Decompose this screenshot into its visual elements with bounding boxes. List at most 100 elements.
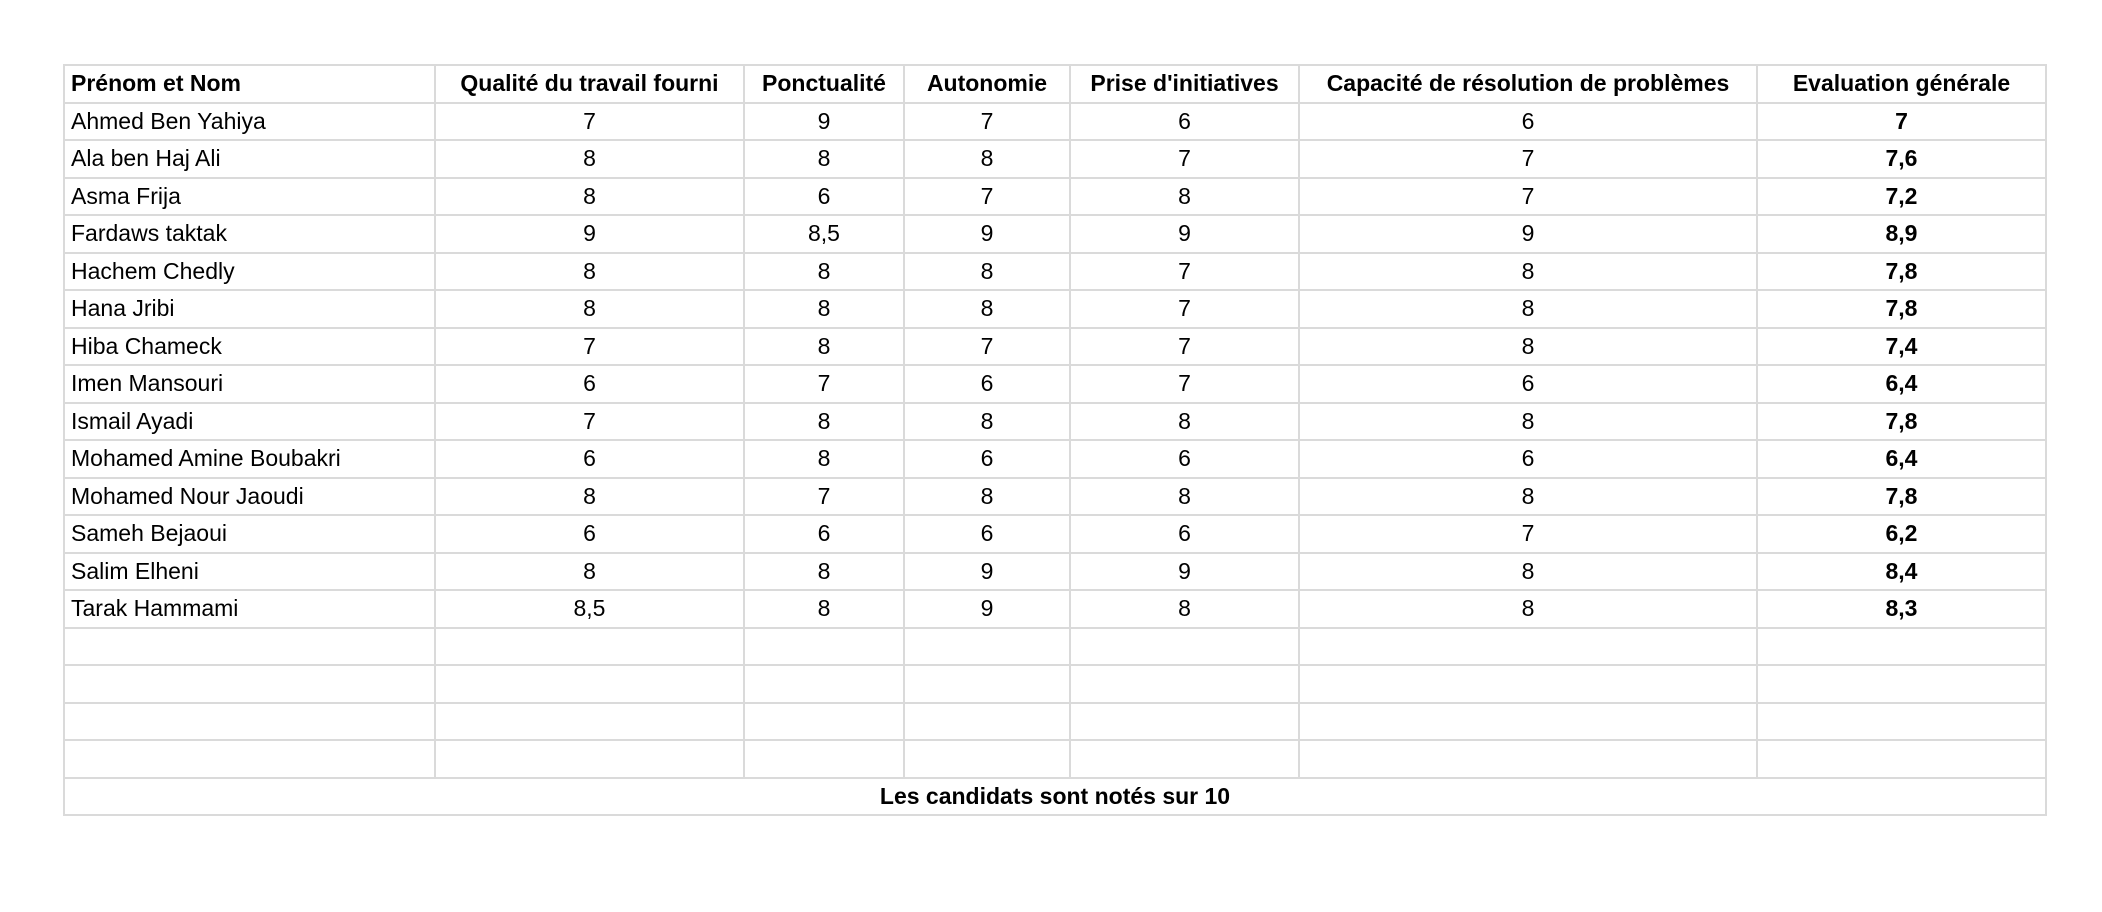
name-cell[interactable]: Tarak Hammami (63, 589, 436, 629)
empty-cell[interactable] (434, 626, 745, 666)
empty-cell[interactable] (1298, 739, 1758, 779)
name-cell[interactable]: Sameh Bejaoui (63, 514, 436, 554)
quality-cell[interactable]: 8 (434, 139, 745, 179)
name-cell[interactable]: Ala ben Haj Ali (63, 139, 436, 179)
empty-cell[interactable] (1069, 739, 1300, 779)
autonomy-cell[interactable]: 6 (903, 439, 1071, 479)
quality-cell[interactable]: 8 (434, 251, 745, 291)
autonomy-cell[interactable]: 7 (903, 101, 1071, 141)
initiative-cell[interactable]: 8 (1069, 401, 1300, 441)
overall-cell[interactable]: 7,2 (1756, 176, 2047, 216)
initiative-cell[interactable]: 6 (1069, 101, 1300, 141)
problem-solving-cell[interactable]: 9 (1298, 214, 1758, 254)
overall-cell[interactable]: 6,2 (1756, 514, 2047, 554)
overall-cell[interactable]: 8,4 (1756, 551, 2047, 591)
initiative-cell[interactable]: 7 (1069, 289, 1300, 329)
quality-cell[interactable]: 8,5 (434, 589, 745, 629)
empty-cell[interactable] (63, 701, 436, 741)
name-cell[interactable]: Salim Elheni (63, 551, 436, 591)
empty-cell[interactable] (63, 664, 436, 704)
empty-cell[interactable] (743, 701, 905, 741)
empty-cell[interactable] (1069, 626, 1300, 666)
empty-cell[interactable] (1756, 664, 2047, 704)
punctuality-cell[interactable]: 8 (743, 401, 905, 441)
problem-solving-cell[interactable]: 8 (1298, 551, 1758, 591)
initiative-cell[interactable]: 6 (1069, 439, 1300, 479)
empty-cell[interactable] (1298, 701, 1758, 741)
empty-cell[interactable] (743, 739, 905, 779)
quality-cell[interactable]: 7 (434, 326, 745, 366)
empty-cell[interactable] (903, 701, 1071, 741)
quality-cell[interactable]: 6 (434, 364, 745, 404)
initiative-cell[interactable]: 7 (1069, 139, 1300, 179)
name-cell[interactable]: Hachem Chedly (63, 251, 436, 291)
quality-cell[interactable]: 9 (434, 214, 745, 254)
problem-solving-cell[interactable]: 7 (1298, 139, 1758, 179)
empty-cell[interactable] (903, 664, 1071, 704)
overall-cell[interactable]: 8,9 (1756, 214, 2047, 254)
quality-cell[interactable]: 8 (434, 289, 745, 329)
autonomy-cell[interactable]: 8 (903, 139, 1071, 179)
autonomy-cell[interactable]: 6 (903, 364, 1071, 404)
punctuality-cell[interactable]: 7 (743, 364, 905, 404)
empty-cell[interactable] (743, 664, 905, 704)
punctuality-cell[interactable]: 8 (743, 139, 905, 179)
initiative-cell[interactable]: 7 (1069, 326, 1300, 366)
problem-solving-cell[interactable]: 6 (1298, 364, 1758, 404)
empty-cell[interactable] (903, 626, 1071, 666)
overall-cell[interactable]: 6,4 (1756, 439, 2047, 479)
name-cell[interactable]: Imen Mansouri (63, 364, 436, 404)
problem-solving-cell[interactable]: 6 (1298, 439, 1758, 479)
header-cell-autonomy[interactable]: Autonomie (903, 64, 1071, 104)
problem-solving-cell[interactable]: 8 (1298, 476, 1758, 516)
quality-cell[interactable]: 6 (434, 439, 745, 479)
name-cell[interactable]: Hana Jribi (63, 289, 436, 329)
punctuality-cell[interactable]: 8 (743, 251, 905, 291)
initiative-cell[interactable]: 7 (1069, 364, 1300, 404)
empty-cell[interactable] (63, 739, 436, 779)
empty-cell[interactable] (63, 626, 436, 666)
initiative-cell[interactable]: 9 (1069, 214, 1300, 254)
punctuality-cell[interactable]: 8 (743, 289, 905, 329)
name-cell[interactable]: Fardaws taktak (63, 214, 436, 254)
overall-cell[interactable]: 7,8 (1756, 289, 2047, 329)
punctuality-cell[interactable]: 6 (743, 514, 905, 554)
name-cell[interactable]: Mohamed Nour Jaoudi (63, 476, 436, 516)
autonomy-cell[interactable]: 6 (903, 514, 1071, 554)
quality-cell[interactable]: 6 (434, 514, 745, 554)
header-cell-initiative[interactable]: Prise d'initiatives (1069, 64, 1300, 104)
name-cell[interactable]: Mohamed Amine Boubakri (63, 439, 436, 479)
problem-solving-cell[interactable]: 6 (1298, 101, 1758, 141)
header-cell-quality[interactable]: Qualité du travail fourni (434, 64, 745, 104)
quality-cell[interactable]: 7 (434, 101, 745, 141)
problem-solving-cell[interactable]: 8 (1298, 401, 1758, 441)
empty-cell[interactable] (434, 739, 745, 779)
header-cell-problem-solving[interactable]: Capacité de résolution de problèmes (1298, 64, 1758, 104)
footer-note[interactable]: Les candidats sont notés sur 10 (63, 776, 2047, 816)
empty-cell[interactable] (1298, 664, 1758, 704)
punctuality-cell[interactable]: 8,5 (743, 214, 905, 254)
name-cell[interactable]: Ismail Ayadi (63, 401, 436, 441)
header-cell-punctuality[interactable]: Ponctualité (743, 64, 905, 104)
punctuality-cell[interactable]: 8 (743, 551, 905, 591)
overall-cell[interactable]: 7,4 (1756, 326, 2047, 366)
quality-cell[interactable]: 8 (434, 176, 745, 216)
autonomy-cell[interactable]: 9 (903, 551, 1071, 591)
initiative-cell[interactable]: 9 (1069, 551, 1300, 591)
quality-cell[interactable]: 8 (434, 551, 745, 591)
autonomy-cell[interactable]: 7 (903, 176, 1071, 216)
initiative-cell[interactable]: 6 (1069, 514, 1300, 554)
quality-cell[interactable]: 7 (434, 401, 745, 441)
empty-cell[interactable] (903, 739, 1071, 779)
empty-cell[interactable] (743, 626, 905, 666)
problem-solving-cell[interactable]: 8 (1298, 289, 1758, 329)
problem-solving-cell[interactable]: 7 (1298, 176, 1758, 216)
punctuality-cell[interactable]: 8 (743, 589, 905, 629)
overall-cell[interactable]: 7,8 (1756, 476, 2047, 516)
autonomy-cell[interactable]: 9 (903, 589, 1071, 629)
overall-cell[interactable]: 6,4 (1756, 364, 2047, 404)
empty-cell[interactable] (1069, 664, 1300, 704)
name-cell[interactable]: Asma Frija (63, 176, 436, 216)
autonomy-cell[interactable]: 9 (903, 214, 1071, 254)
header-cell-name[interactable]: Prénom et Nom (63, 64, 436, 104)
